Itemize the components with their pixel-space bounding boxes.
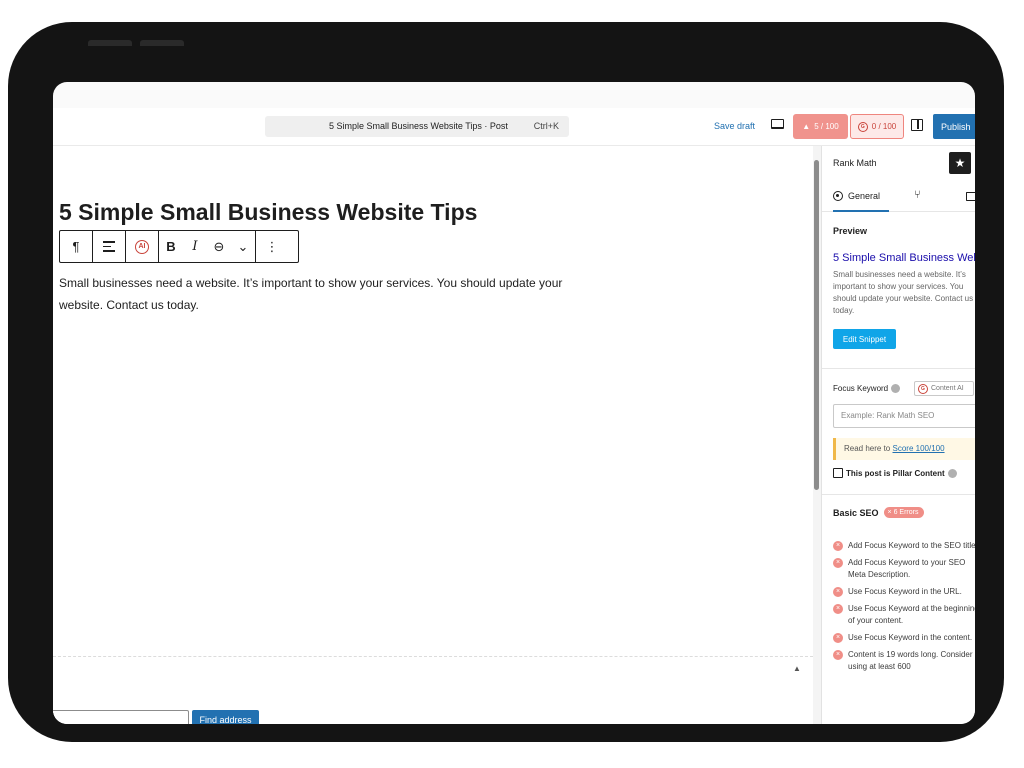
paragraph-block-icon[interactable]: ¶ — [60, 231, 92, 262]
tab-general[interactable]: General — [833, 182, 889, 212]
check-text: Use Focus Keyword at the beginning of yo… — [848, 604, 975, 625]
pillar-content-label: This post is Pillar Content — [846, 468, 945, 478]
volume-button — [140, 40, 184, 46]
editor-header: 5 Simple Small Business Website Tips · P… — [53, 108, 975, 146]
link-icon[interactable]: ⊖ — [207, 231, 231, 262]
chevron-down-icon[interactable]: ⌄ — [231, 231, 255, 262]
divider — [822, 368, 975, 369]
error-icon: × — [833, 604, 843, 614]
pillar-content-checkbox[interactable] — [833, 468, 843, 478]
block-toolbar: ¶ AI B I ⊖ ⌄ ⋮ — [59, 230, 299, 263]
content-ai-score-value: 0 / 100 — [871, 122, 897, 131]
align-left-icon[interactable] — [93, 231, 125, 262]
list-item: × Use Focus Keyword in the URL. — [833, 586, 975, 598]
tab-general-label: General — [848, 191, 881, 201]
publish-button[interactable]: Publish — [933, 114, 975, 139]
rank-math-sidebar: Rank Math ★ General ⑂ Preview 5 Simple S… — [821, 146, 975, 724]
serp-preview-description: Small businesses need a website. It’s im… — [833, 270, 974, 315]
command-bar-title: 5 Simple Small Business Website Tips · P… — [329, 121, 508, 131]
error-icon: × — [833, 587, 843, 597]
meta-box-divider — [53, 656, 813, 657]
trend-icon: ▲ — [802, 122, 811, 131]
pillar-content-option[interactable]: This post is Pillar Content — [833, 468, 957, 478]
error-icon: × — [833, 558, 843, 568]
command-bar-shortcut: Ctrl+K — [533, 121, 559, 131]
list-item: × Add Focus Keyword to your SEO Meta Desc… — [833, 557, 975, 581]
error-icon: × — [833, 541, 843, 551]
paragraph-block[interactable]: Small businesses need a website. It’s im… — [59, 272, 579, 316]
rank-math-logo-icon: G — [918, 383, 928, 394]
check-text: Content is 19 words long. Consider using… — [848, 650, 973, 671]
seo-score-value: 5 / 100 — [814, 122, 839, 131]
list-item: × Use Focus Keyword at the beginning of y… — [833, 603, 975, 627]
focus-keyword-text: Focus Keyword — [833, 384, 889, 393]
focus-keyword-label: Focus Keyword — [833, 384, 901, 393]
preview-heading: Preview — [833, 226, 868, 236]
check-text: Use Focus Keyword in the URL. — [848, 587, 962, 596]
find-address-button[interactable]: Find address — [192, 710, 259, 724]
basic-seo-heading[interactable]: Basic SEO × 6 Errors — [833, 507, 925, 518]
editor-canvas: 5 Simple Small Business Website Tips ¶ A… — [53, 146, 813, 724]
sidebar-tabs: General ⑂ — [822, 182, 975, 212]
list-item: × Use Focus Keyword in the content. — [833, 632, 975, 644]
address-input[interactable] — [53, 710, 189, 724]
basic-seo-label: Basic SEO — [833, 507, 879, 518]
scrollbar-thumb[interactable] — [814, 160, 819, 490]
seo-score-button[interactable]: ▲ 5 / 100 — [793, 114, 848, 139]
errors-badge: × 6 Errors — [883, 507, 925, 518]
screen: 5 Simple Small Business Website Tips · P… — [53, 82, 975, 724]
seo-checks-list: × Add Focus Keyword to the SEO title. × Ad… — [833, 540, 975, 678]
star-icon[interactable]: ★ — [949, 152, 971, 174]
score-link[interactable]: Score 100/100 — [893, 444, 945, 453]
sidebar-title: Rank Math — [833, 158, 877, 168]
volume-button — [88, 40, 132, 46]
divider — [822, 494, 975, 495]
notice-text: Read here to — [844, 444, 891, 453]
post-title[interactable]: 5 Simple Small Business Website Tips — [59, 199, 477, 226]
content-ai-icon[interactable]: AI — [126, 231, 158, 262]
gear-icon — [833, 191, 843, 201]
list-item: × Add Focus Keyword to the SEO title. — [833, 540, 975, 552]
italic-button[interactable]: I — [183, 231, 207, 262]
tab-schema[interactable]: ⑂ — [914, 189, 921, 201]
list-item: × Content is 19 words long. Consider usin… — [833, 649, 975, 673]
content-ai-button[interactable]: G Content AI — [914, 381, 974, 396]
check-text: Use Focus Keyword in the content. — [848, 633, 973, 642]
tablet-frame: 5 Simple Small Business Website Tips · P… — [8, 22, 1004, 742]
more-options-icon[interactable]: ⋮ — [256, 231, 288, 262]
help-icon[interactable] — [891, 384, 901, 393]
rank-math-logo-icon: G — [857, 121, 868, 132]
tab-social[interactable] — [966, 192, 975, 201]
schema-icon: ⑂ — [914, 189, 921, 201]
score-notice: Read here to Score 100/100 — [833, 438, 975, 460]
check-text: Add Focus Keyword to the SEO title. — [848, 541, 975, 550]
save-draft-button[interactable]: Save draft — [714, 121, 755, 131]
collapse-caret-icon[interactable]: ▲ — [793, 664, 801, 673]
error-icon: × — [833, 650, 843, 660]
content-ai-score-button[interactable]: G 0 / 100 — [850, 114, 904, 139]
serp-preview-title: 5 Simple Small Business Website Tips — [833, 252, 975, 264]
editor-scrollbar[interactable] — [813, 146, 821, 724]
command-palette-bar[interactable]: 5 Simple Small Business Website Tips · P… — [265, 116, 569, 137]
check-text: Add Focus Keyword to your SEO Meta Descr… — [848, 558, 966, 579]
preview-device-icon[interactable] — [771, 119, 784, 129]
sidebar-toggle-icon[interactable] — [911, 119, 923, 131]
focus-keyword-input[interactable]: Example: Rank Math SEO — [833, 404, 975, 428]
edit-snippet-button[interactable]: Edit Snippet — [833, 329, 896, 349]
bold-button[interactable]: B — [159, 231, 183, 262]
error-icon: × — [833, 633, 843, 643]
help-icon[interactable] — [947, 468, 957, 478]
content-ai-label: Content AI — [931, 385, 964, 392]
